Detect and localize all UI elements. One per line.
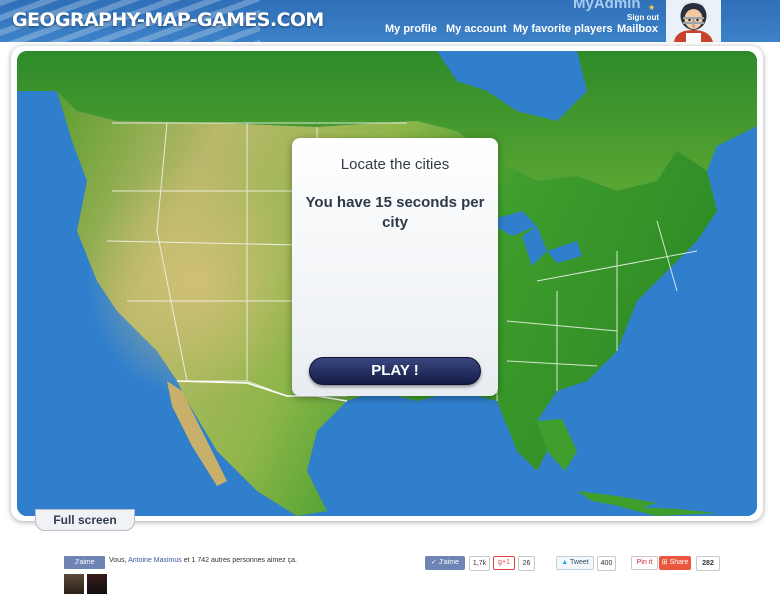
avatar[interactable] (666, 0, 721, 42)
nav-mailbox[interactable]: Mailbox (617, 23, 658, 35)
dialog-title: Locate the cities (340, 156, 450, 173)
site-header: GEOGRAPHY-MAP-GAMES.COM MyAdmin ★ Sign o… (0, 0, 780, 42)
sign-out-link[interactable]: Sign out (627, 13, 659, 22)
facebook-like-text: Vous, Antoine Maximus et 1 742 autres pe… (109, 557, 297, 564)
check-icon: ✓ (431, 559, 437, 566)
full-screen-button[interactable]: Full screen (35, 509, 135, 531)
nav-my-profile[interactable]: My profile (385, 23, 437, 35)
google-plus-label: +1 (501, 559, 510, 566)
facebook-like-button[interactable]: J'aime (64, 556, 105, 569)
nav-my-account[interactable]: My account (446, 23, 507, 35)
share-count: 282 (696, 556, 720, 571)
share-icon: ⊞ (661, 559, 668, 566)
tweet-count: 400 (597, 556, 616, 571)
facebook-like-count: 1,7k (469, 556, 490, 571)
tweet-button[interactable]: ▲ Tweet (556, 556, 594, 570)
facebook-like-small-button[interactable]: ✓ J'aime (425, 556, 465, 570)
football-player-avatar-icon (666, 0, 721, 42)
like-prefix: Vous, (109, 557, 129, 564)
nav-my-favorite-players[interactable]: My favorite players (513, 23, 613, 35)
site-logo[interactable]: GEOGRAPHY-MAP-GAMES.COM (12, 9, 324, 31)
like-suffix: et 1 742 autres personnes aimez ça. (181, 557, 297, 564)
google-plus-button[interactable]: g+1 (493, 556, 515, 570)
facebook-like-small-label: J'aime (438, 559, 459, 566)
star-icon: ★ (648, 3, 656, 12)
tweet-label: Tweet (570, 559, 589, 566)
like-friend-name[interactable]: Antoine Maximus (128, 557, 182, 564)
google-plus-count: 26 (518, 556, 535, 571)
dialog-message: You have 15 seconds per city (305, 194, 485, 231)
twitter-bird-icon: ▲ (561, 559, 569, 566)
pinterest-button[interactable]: Pin it (631, 556, 658, 570)
username[interactable]: MyAdmin (573, 0, 641, 12)
share-label: Share (669, 559, 689, 566)
game-start-dialog: Locate the cities You have 15 seconds pe… (292, 138, 498, 396)
share-button[interactable]: ⊞ Share (659, 556, 691, 570)
friend-avatar[interactable] (87, 574, 107, 594)
play-button[interactable]: PLAY ! (309, 357, 481, 385)
friend-avatar[interactable] (64, 574, 84, 594)
